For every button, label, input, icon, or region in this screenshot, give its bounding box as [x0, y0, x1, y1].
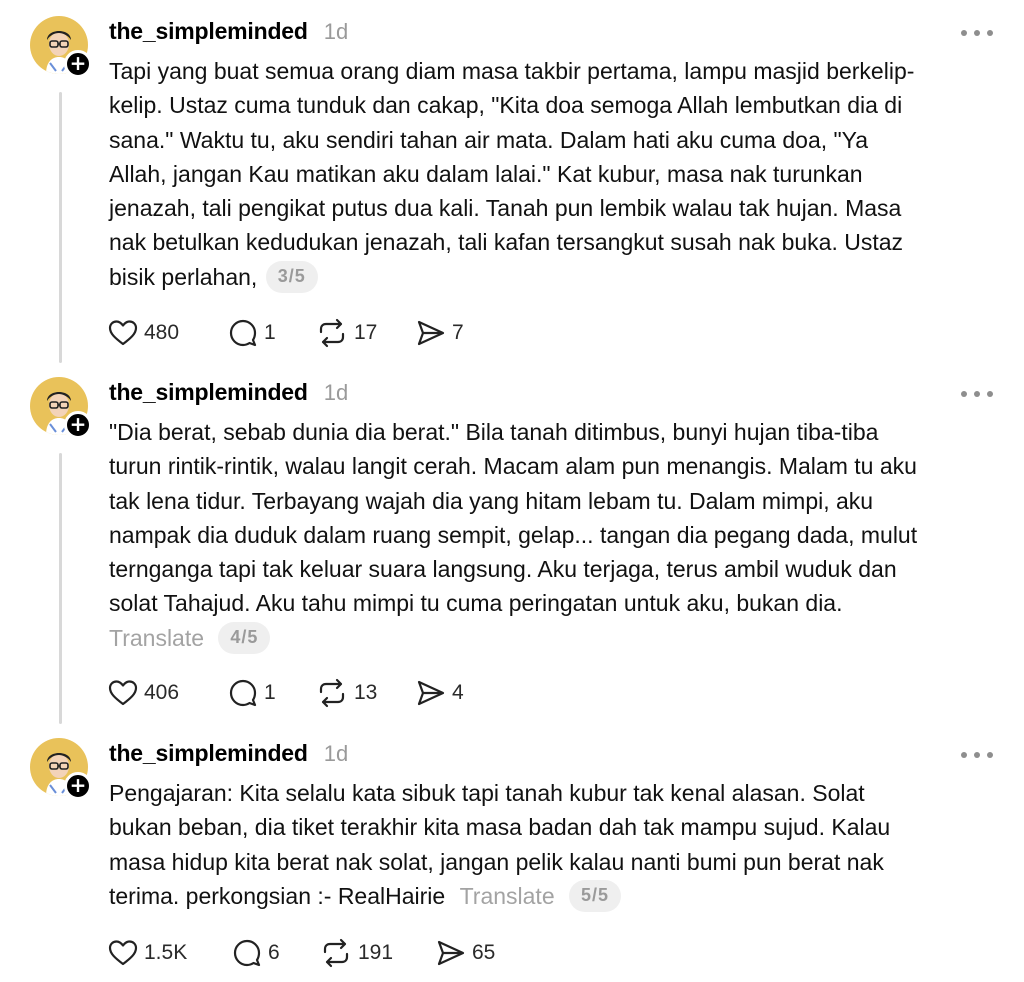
username[interactable]: the_simpleminded	[109, 740, 308, 767]
post-text: Tapi yang buat semua orang diam masa tak…	[109, 54, 999, 295]
share-count: 7	[452, 321, 464, 344]
text-line: turun rintik-rintik, walau langit cerah.…	[109, 453, 917, 480]
repost-count: 191	[358, 941, 394, 964]
like-button[interactable]: 406	[108, 676, 228, 710]
post-text: "Dia berat, sebab dunia dia berat." Bila…	[109, 415, 999, 656]
post-time[interactable]: 1d	[324, 380, 348, 406]
text-line: bukan beban, dia tiket terakhir kita mas…	[109, 814, 891, 841]
post-text: Pengajaran: Kita selalu kata sibuk tapi …	[109, 776, 999, 914]
share-button[interactable]: 4	[416, 676, 496, 710]
post-header: the_simpleminded 1d	[109, 18, 348, 48]
like-button[interactable]: 1.5K	[108, 936, 232, 970]
text-line: Pengajaran: Kita selalu kata sibuk tapi …	[109, 780, 865, 806]
repost-button[interactable]: 17	[316, 316, 416, 350]
share-count: 4	[452, 681, 464, 704]
translate-link[interactable]: Translate	[109, 625, 204, 651]
reply-button[interactable]: 1	[228, 316, 316, 350]
post-time[interactable]: 1d	[324, 19, 348, 45]
text-line: terima. perkongsian :- RealHairie Transl…	[109, 879, 999, 914]
plus-icon[interactable]: +	[64, 772, 92, 800]
username[interactable]: the_simpleminded	[109, 18, 308, 45]
text-line: Translate 4/5	[109, 621, 999, 656]
action-bar: 406 1 13 4	[108, 676, 496, 710]
repost-count: 17	[354, 321, 378, 344]
reply-button[interactable]: 6	[232, 936, 320, 970]
text-line: jenazah, tali pengikat putus dua kali. T…	[109, 195, 902, 222]
reply-button[interactable]: 1	[228, 676, 316, 710]
more-icon[interactable]	[961, 750, 993, 760]
text-line: Allah, jangan Kau matikan aku dalam lala…	[109, 160, 863, 187]
reply-count: 1	[264, 681, 276, 704]
text-line-tail: bisik perlahan,	[109, 263, 258, 290]
text-line: sana." Waktu tu, aku sendiri tahan air m…	[109, 126, 869, 153]
reply-count: 6	[268, 941, 280, 964]
text-line: "Dia berat, sebab dunia dia berat." Bila…	[109, 419, 879, 445]
like-count: 406	[144, 681, 180, 704]
like-count: 480	[144, 321, 180, 344]
post-time[interactable]: 1d	[324, 741, 348, 767]
text-line: ternganga tapi tak keluar suara langsung…	[109, 556, 897, 583]
repost-button[interactable]: 13	[316, 676, 416, 710]
action-bar: 1.5K 6 191 65	[108, 936, 516, 970]
avatar[interactable]: +	[30, 738, 92, 800]
share-icon	[417, 320, 445, 346]
plus-icon[interactable]: +	[64, 50, 92, 78]
repost-button[interactable]: 191	[320, 936, 436, 970]
reply-icon	[233, 939, 261, 967]
thread-line	[59, 453, 62, 724]
more-icon[interactable]	[961, 389, 993, 399]
page-indicator: 5/5	[569, 879, 622, 912]
text-line: masa hidup kita berat nak solat, jangan …	[109, 848, 884, 875]
reply-icon	[229, 679, 257, 707]
text-line: nak betulkan kedudukan jenazah, tali kaf…	[109, 229, 904, 256]
plus-icon[interactable]: +	[64, 411, 92, 439]
heart-icon	[108, 680, 138, 706]
repost-icon	[323, 938, 349, 968]
text-line: tak lena tidur. Terbayang wajah dia yang…	[109, 487, 874, 514]
heart-icon	[108, 940, 138, 966]
share-button[interactable]: 65	[436, 936, 516, 970]
text-line: bisik perlahan, 3/5	[109, 260, 999, 295]
text-line-tail: terima. perkongsian :- RealHairie	[109, 882, 446, 909]
avatar[interactable]: +	[30, 16, 92, 78]
text-line: nampak dia duduk dalam ruang sempit, gel…	[109, 521, 918, 548]
share-icon	[437, 940, 465, 966]
share-count: 65	[472, 941, 496, 964]
repost-count: 13	[354, 681, 378, 704]
username[interactable]: the_simpleminded	[109, 379, 308, 406]
action-bar: 480 1 17 7	[108, 316, 496, 350]
text-line: kelip. Ustaz cuma tunduk dan cakap, "Kit…	[109, 92, 903, 119]
like-button[interactable]: 480	[108, 316, 228, 350]
share-icon	[417, 680, 445, 706]
share-button[interactable]: 7	[416, 316, 496, 350]
page-indicator: 4/5	[218, 621, 271, 654]
thread-line	[59, 92, 62, 363]
post-header: the_simpleminded 1d	[109, 379, 348, 409]
like-count: 1.5K	[144, 941, 188, 964]
reply-count: 1	[264, 321, 276, 344]
avatar[interactable]: +	[30, 377, 92, 439]
translate-link[interactable]: Translate	[460, 883, 555, 909]
text-line: solat Tahajud. Aku tahu mimpi tu cuma pe…	[109, 590, 843, 617]
post-header: the_simpleminded 1d	[109, 740, 348, 770]
heart-icon	[108, 320, 138, 346]
text-line: Tapi yang buat semua orang diam masa tak…	[109, 58, 915, 84]
repost-icon	[319, 678, 345, 708]
reply-icon	[229, 319, 257, 347]
repost-icon	[319, 318, 345, 348]
more-icon[interactable]	[961, 28, 993, 38]
page-indicator: 3/5	[265, 260, 318, 293]
